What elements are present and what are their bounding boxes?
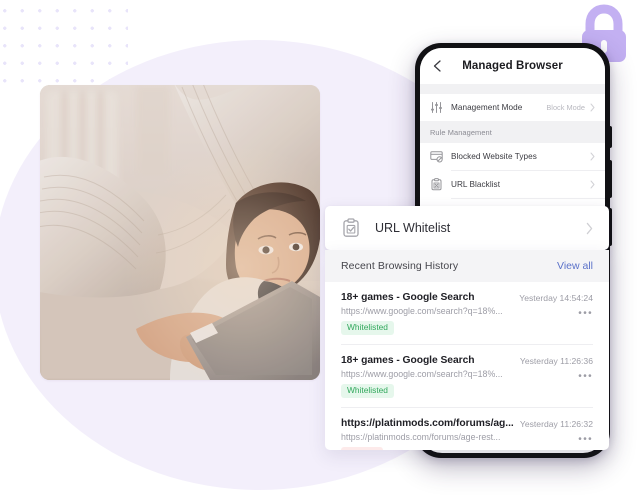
history-item-time: Yesterday 11:26:32 xyxy=(519,419,593,429)
management-mode-group: Management Mode Block Mode xyxy=(420,94,605,121)
status-badge: Blocked xyxy=(341,447,383,450)
history-item-menu-icon[interactable]: ••• xyxy=(578,372,593,382)
sliders-icon xyxy=(430,101,443,114)
clipboard-check-icon xyxy=(341,218,361,238)
url-whitelist-label: URL Whitelist xyxy=(375,221,451,235)
history-item-title: 18+ games - Google Search xyxy=(341,355,475,366)
history-list-item[interactable]: https://platinmods.com/forums/ag... Yest… xyxy=(325,408,609,450)
history-item-menu-icon[interactable]: ••• xyxy=(578,309,593,319)
history-title: Recent Browsing History xyxy=(341,260,459,272)
phone-side-button-volume-up[interactable] xyxy=(609,160,612,198)
status-badge: Whitelisted xyxy=(341,321,394,335)
chevron-right-icon xyxy=(586,222,593,235)
child-using-tablet-photo xyxy=(40,85,320,380)
app-navbar: Managed Browser xyxy=(420,48,605,84)
row-blocked-website-types[interactable]: Blocked Website Types xyxy=(420,143,605,170)
chevron-right-icon xyxy=(590,152,595,161)
status-badge: Whitelisted xyxy=(341,384,394,398)
history-item-url: https://platinmods.com/forums/age-rest..… xyxy=(341,432,501,442)
history-item-top: https://platinmods.com/forums/ag... Yest… xyxy=(341,418,593,429)
row-label: Management Mode xyxy=(451,103,523,112)
history-item-time: Yesterday 11:26:36 xyxy=(519,356,593,366)
arrow-left-icon[interactable] xyxy=(430,58,446,74)
promo-stage: Managed Browser Management Mode Block Mo… xyxy=(0,0,640,500)
history-item-time: Yesterday 14:54:24 xyxy=(519,293,593,303)
history-item-url: https://www.google.com/search?q=18%... xyxy=(341,306,503,316)
row-label: Blocked Website Types xyxy=(451,152,537,161)
section-header-rule-management: Rule Management xyxy=(420,121,605,143)
row-management-mode[interactable]: Management Mode Block Mode xyxy=(420,94,605,121)
phone-side-button-power[interactable] xyxy=(609,208,612,246)
history-list-item[interactable]: 18+ games - Google Search Yesterday 14:5… xyxy=(325,282,609,335)
phone-side-button-mute[interactable] xyxy=(609,126,612,148)
history-list-item[interactable]: 18+ games - Google Search Yesterday 11:2… xyxy=(325,345,609,398)
blocked-website-icon xyxy=(430,150,443,163)
history-header: Recent Browsing History View all xyxy=(325,250,609,282)
row-url-blacklist[interactable]: URL Blacklist xyxy=(420,171,605,198)
url-whitelist-card[interactable]: URL Whitelist xyxy=(325,206,609,250)
chevron-right-icon xyxy=(590,103,595,112)
history-item-top: 18+ games - Google Search Yesterday 11:2… xyxy=(341,355,593,366)
history-item-top: 18+ games - Google Search Yesterday 14:5… xyxy=(341,292,593,303)
page-title: Managed Browser xyxy=(462,60,563,72)
chevron-right-icon xyxy=(590,180,595,189)
history-item-menu-icon[interactable]: ••• xyxy=(578,435,593,445)
row-label: URL Blacklist xyxy=(451,180,501,189)
navbar-spacer xyxy=(420,84,605,94)
clipboard-x-icon xyxy=(430,178,443,191)
view-all-link[interactable]: View all xyxy=(557,260,593,272)
history-item-url: https://www.google.com/search?q=18%... xyxy=(341,369,503,379)
history-item-title: https://platinmods.com/forums/ag... xyxy=(341,418,514,429)
history-item-title: 18+ games - Google Search xyxy=(341,292,475,303)
management-mode-value: Block Mode xyxy=(546,103,585,112)
recent-browsing-history-card: Recent Browsing History View all 18+ gam… xyxy=(325,250,609,450)
